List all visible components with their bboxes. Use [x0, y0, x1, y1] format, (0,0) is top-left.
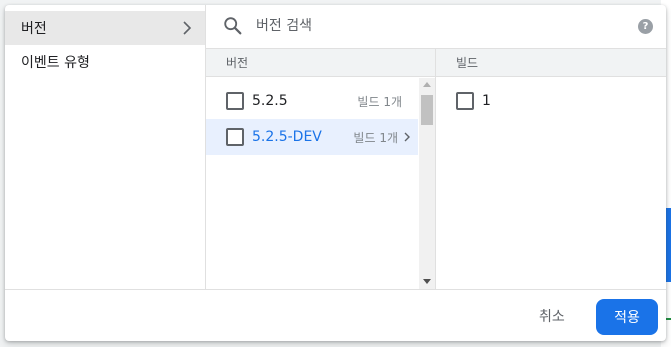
search-bar: ?	[206, 5, 666, 49]
filter-dialog: 버전 이벤트 유형 ? 버전 5.2.5 빌드 1개 5.2.5-DEV 빌드 …	[5, 5, 666, 341]
chevron-right-icon	[183, 21, 192, 35]
build-row[interactable]: 1	[436, 83, 666, 119]
background-accent-strip	[666, 208, 671, 282]
build-count: 빌드 1개	[357, 94, 402, 109]
scroll-down-arrow-icon[interactable]	[423, 279, 431, 284]
category-panel: 버전 이벤트 유형	[5, 5, 206, 289]
category-item-label: 이벤트 유형	[21, 55, 90, 71]
version-label: 5.2.5	[252, 93, 288, 109]
dialog-footer: 취소 적용	[5, 289, 666, 341]
scroll-up-arrow-icon[interactable]	[423, 82, 431, 87]
version-column-header: 버전	[206, 49, 435, 77]
version-scrollbar[interactable]	[419, 78, 435, 289]
version-column: 버전 5.2.5 빌드 1개 5.2.5-DEV 빌드 1개	[206, 49, 436, 289]
version-label: 5.2.5-DEV	[252, 129, 322, 145]
build-label: 1	[482, 93, 491, 109]
version-checkbox[interactable]	[226, 128, 244, 146]
search-icon	[224, 17, 242, 35]
cancel-button[interactable]: 취소	[533, 304, 571, 328]
category-item-version[interactable]: 버전	[5, 11, 205, 45]
build-column-header: 빌드	[436, 49, 666, 77]
search-input[interactable]	[256, 15, 616, 37]
build-checkbox[interactable]	[456, 92, 474, 110]
version-checkbox[interactable]	[226, 92, 244, 110]
help-icon[interactable]: ?	[638, 19, 653, 34]
version-row[interactable]: 5.2.5 빌드 1개	[206, 83, 418, 119]
build-column: 빌드 1	[436, 49, 666, 289]
apply-button[interactable]: 적용	[596, 299, 658, 335]
build-count: 빌드 1개	[353, 130, 398, 145]
chevron-right-icon	[404, 132, 410, 142]
category-item-event-type[interactable]: 이벤트 유형	[5, 45, 205, 79]
category-item-label: 버전	[21, 21, 47, 37]
scroll-thumb[interactable]	[421, 95, 433, 125]
version-row[interactable]: 5.2.5-DEV 빌드 1개	[206, 119, 418, 155]
